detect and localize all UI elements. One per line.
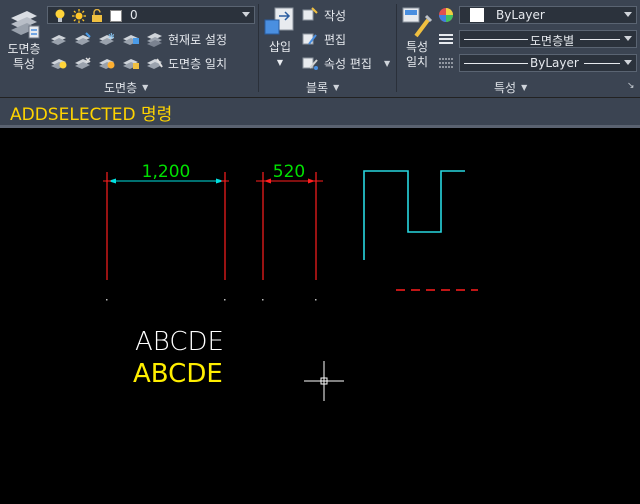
properties-panel-title[interactable]: 특성 ▼ [494, 79, 527, 95]
lineweight-combo[interactable]: ByLayer [459, 54, 637, 72]
match-properties-button[interactable]: 특성 일치 [400, 6, 434, 72]
layer-off-icon[interactable] [50, 31, 66, 47]
layer-panel-title-text: 도면층 [104, 80, 138, 95]
layer-on-icon[interactable] [50, 55, 67, 71]
linetype-combo-value: 도면층별 [530, 34, 575, 48]
block-panel-title-text: 블록 [306, 80, 329, 95]
layer-properties-label-1: 도면층 [7, 42, 41, 56]
lineweight-combo-value: ByLayer [530, 56, 579, 70]
color-swatch-icon [110, 10, 122, 22]
create-block-label[interactable]: 작성 [324, 7, 346, 24]
drawing-svg[interactable]: 1,200 520 ABCDE ABCDE [0, 128, 640, 500]
sun-icon [72, 9, 86, 26]
chevron-down-icon [624, 36, 632, 41]
layer-freeze-icon[interactable]: ✻ [98, 31, 115, 47]
dimension-text-1: 1,200 [142, 162, 191, 182]
text-white[interactable]: ABCDE [135, 327, 224, 357]
properties-panel-title-text: 특성 [494, 80, 517, 95]
insert-label: 삽입 [268, 40, 292, 54]
chevron-down-icon [242, 12, 250, 17]
dimension-2[interactable]: 520 [256, 162, 323, 280]
layer-properties-label-2: 특성 [12, 57, 36, 71]
arrowhead [308, 178, 315, 184]
svg-text:✻: ✻ [108, 32, 115, 41]
drawing-canvas[interactable]: 1,200 520 ABCDE ABCDE [0, 128, 640, 500]
layer-unlock-icon[interactable] [122, 55, 139, 71]
chevron-down-icon [624, 12, 632, 17]
layer-combo[interactable]: 0 [47, 6, 255, 24]
block-panel-title[interactable]: 블록 ▼ [306, 79, 339, 95]
command-text: ADDSELECTED 명령 [10, 105, 173, 125]
layer-stack-icon [11, 11, 40, 39]
color-combo-value: ByLayer [496, 8, 545, 22]
layer-properties-button[interactable]: 도면층 특성 [2, 6, 46, 72]
edit-block-icon[interactable] [302, 31, 318, 47]
lineweight-preview-line [464, 63, 528, 64]
panel-separator [258, 4, 259, 92]
caret-down-icon: ▼ [333, 82, 340, 92]
match-layer-label[interactable]: 도면층 일치 [168, 55, 227, 72]
layer-panel-title[interactable]: 도면층 ▼ [104, 79, 148, 95]
crosshair-cursor-icon [304, 361, 344, 401]
insert-block-icon [264, 7, 294, 35]
dimension-1[interactable]: 1,200 [103, 162, 229, 280]
lineweight-icon [438, 55, 454, 75]
dimension-text-2: 520 [273, 162, 305, 182]
set-current-label[interactable]: 현재로 설정 [168, 31, 227, 48]
edit-attributes-label[interactable]: 속성 편집 [324, 55, 372, 72]
color-wheel-icon [438, 7, 454, 27]
edit-attributes-icon[interactable] [302, 55, 318, 71]
layer-thaw-icon[interactable] [98, 55, 115, 71]
layer-combo-value: 0 [130, 8, 138, 22]
match-properties-label-2: 일치 [405, 55, 429, 69]
lightbulb-icon [54, 9, 66, 26]
match-layer-icon[interactable] [146, 55, 163, 71]
linetype-preview-line [464, 39, 528, 40]
linetype-preview-line [580, 39, 620, 40]
edit-block-label[interactable]: 편집 [324, 31, 346, 48]
match-properties-icon [402, 7, 433, 38]
linetype-combo[interactable]: 도면층별 [459, 30, 637, 48]
layer-unisolate-icon[interactable] [74, 55, 91, 71]
color-swatch-icon [470, 8, 484, 22]
layer-lock-icon[interactable] [122, 31, 139, 47]
ribbon: 도면층 특성 0 ✻ 현재로 설정 도면층 일치 도면층 ▼ 삽입 ▼ 작성 편… [0, 0, 640, 97]
arrowhead [264, 178, 271, 184]
linetype-icon [438, 31, 454, 51]
node-points [106, 299, 317, 301]
panel-separator [396, 4, 397, 92]
caret-down-icon: ▼ [521, 82, 528, 92]
color-combo[interactable]: ByLayer [459, 6, 637, 24]
create-block-icon[interactable] [302, 7, 318, 23]
unlock-icon [90, 8, 104, 26]
text-yellow[interactable]: ABCDE [133, 359, 223, 389]
set-current-icon[interactable] [146, 31, 162, 47]
match-properties-label-1: 특성 [405, 40, 429, 54]
layer-isolate-icon[interactable] [74, 31, 91, 47]
caret-down-icon[interactable]: ▼ [384, 59, 390, 68]
dialog-launcher-icon[interactable]: ↘ [627, 81, 635, 91]
caret-down-icon: ▼ [142, 82, 149, 92]
cyan-polyline[interactable] [363, 170, 465, 260]
insert-button[interactable]: 삽입 ▼ [262, 6, 298, 72]
lineweight-preview-line [584, 63, 620, 64]
command-bar: ADDSELECTED 명령 [0, 97, 640, 126]
chevron-down-icon [624, 60, 632, 65]
caret-down-icon: ▼ [276, 58, 284, 67]
